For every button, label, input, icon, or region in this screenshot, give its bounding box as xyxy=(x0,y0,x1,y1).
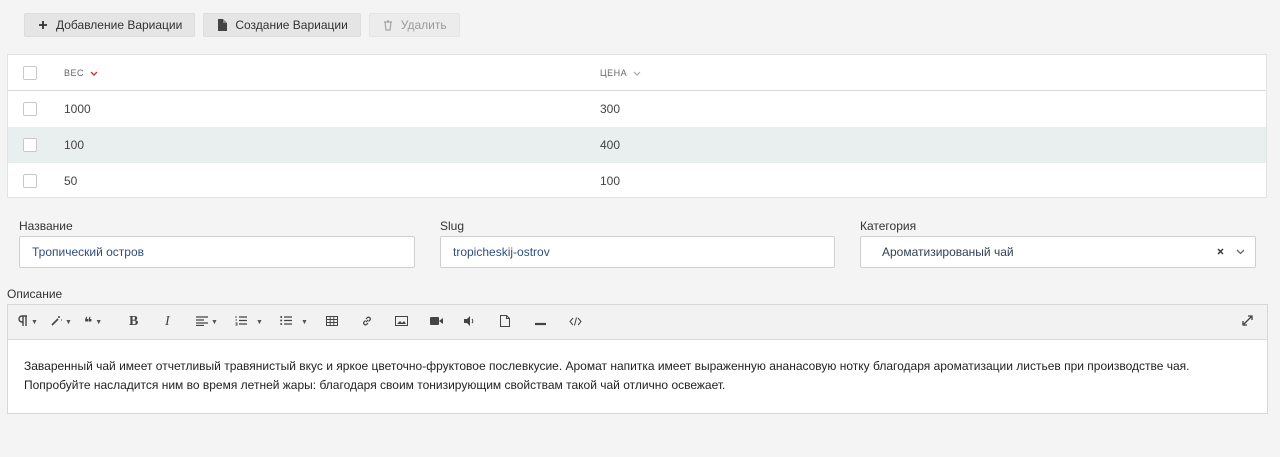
trash-icon xyxy=(382,19,394,31)
audio-button[interactable] xyxy=(464,314,476,330)
image-icon xyxy=(395,315,408,329)
table-row[interactable]: 1000 300 xyxy=(8,91,1266,127)
column-header-weight[interactable]: ВЕС xyxy=(64,68,98,78)
paragraph-button[interactable]: ▼ xyxy=(18,314,38,330)
name-input-value: Тропический остров xyxy=(32,245,145,259)
caret-down-icon: ▼ xyxy=(301,318,308,326)
fullscreen-button[interactable] xyxy=(1242,314,1253,330)
caret-down-icon: ▼ xyxy=(31,318,38,326)
cell-price: 300 xyxy=(600,102,621,116)
cell-weight: 1000 xyxy=(64,102,91,116)
file-icon xyxy=(216,19,228,31)
file-button[interactable] xyxy=(500,314,510,330)
cell-weight: 50 xyxy=(64,174,78,188)
editor-toolbar: ▼ ▼ ❝ ▼ B I ▼ ▼ ▼ xyxy=(8,305,1267,340)
horizontal-rule-icon xyxy=(535,315,546,329)
video-button[interactable] xyxy=(430,314,443,330)
sort-desc-icon xyxy=(90,68,98,78)
image-button[interactable] xyxy=(395,314,408,330)
column-header-price-label: ЦЕНА xyxy=(600,67,628,78)
magic-wand-icon xyxy=(50,315,62,330)
category-label: Категория xyxy=(860,219,917,233)
video-camera-icon xyxy=(430,315,443,329)
table-header: ВЕС ЦЕНА xyxy=(8,55,1266,91)
select-all-checkbox[interactable] xyxy=(23,66,37,80)
table-row[interactable]: 100 400 xyxy=(8,127,1266,163)
ordered-list-button[interactable]: ▼ xyxy=(235,314,263,330)
document-icon xyxy=(500,314,510,330)
code-icon xyxy=(569,315,582,329)
description-editor: ▼ ▼ ❝ ▼ B I ▼ ▼ ▼ Заваренный чай имеет о… xyxy=(7,304,1268,414)
table-icon xyxy=(326,315,338,329)
row-checkbox[interactable] xyxy=(23,102,37,116)
slug-input-value: tropicheskij-ostrov xyxy=(453,245,550,259)
caret-down-icon: ▼ xyxy=(65,318,72,326)
editor-content[interactable]: Заваренный чай имеет отчетливый травянис… xyxy=(8,340,1267,395)
style-button[interactable]: ▼ xyxy=(50,314,72,330)
description-text: Заваренный чай имеет отчетливый травянис… xyxy=(24,359,1190,392)
quote-icon: ❝ xyxy=(84,313,93,330)
plus-icon xyxy=(37,19,49,31)
unordered-list-button[interactable]: ▼ xyxy=(280,314,308,330)
volume-icon xyxy=(464,315,476,329)
table-row[interactable]: 50 100 xyxy=(8,163,1266,199)
row-checkbox[interactable] xyxy=(23,138,37,152)
clear-icon[interactable] xyxy=(1217,246,1224,258)
name-label: Название xyxy=(19,219,73,233)
italic-button[interactable]: I xyxy=(165,314,170,330)
column-header-weight-label: ВЕС xyxy=(64,67,85,78)
delete-button[interactable]: Удалить xyxy=(368,13,460,37)
name-input[interactable]: Тропический остров xyxy=(19,236,415,268)
caret-down-icon: ▼ xyxy=(95,318,103,326)
slug-input[interactable]: tropicheskij-ostrov xyxy=(440,236,835,268)
code-view-button[interactable] xyxy=(569,314,582,330)
italic-icon: I xyxy=(165,314,170,329)
link-button[interactable] xyxy=(361,314,373,330)
expand-icon xyxy=(1242,315,1253,329)
variation-toolbar: Добавление Вариации Создание Вариации Уд… xyxy=(24,13,460,37)
sort-icon xyxy=(633,68,641,78)
create-variation-button[interactable]: Создание Вариации xyxy=(203,13,361,37)
column-header-price[interactable]: ЦЕНА xyxy=(600,68,641,78)
bold-button[interactable]: B xyxy=(129,314,138,330)
create-variation-label: Создание Вариации xyxy=(235,18,348,32)
cell-price: 100 xyxy=(600,174,621,188)
horizontal-rule-button[interactable] xyxy=(535,314,546,330)
caret-down-icon: ▼ xyxy=(211,318,218,326)
delete-label: Удалить xyxy=(400,18,447,32)
category-select-value: Ароматизированый чай xyxy=(882,245,1014,259)
add-variation-button[interactable]: Добавление Вариации xyxy=(24,13,196,37)
cell-price: 400 xyxy=(600,138,621,152)
paragraph-icon xyxy=(18,314,28,330)
align-button[interactable]: ▼ xyxy=(196,314,218,330)
cell-weight: 100 xyxy=(64,138,85,152)
slug-label: Slug xyxy=(440,219,465,233)
unordered-list-icon xyxy=(280,315,292,329)
variations-table: ВЕС ЦЕНА 1000 300 100 400 50 100 xyxy=(7,54,1267,198)
row-checkbox[interactable] xyxy=(23,174,37,188)
chevron-down-icon[interactable] xyxy=(1236,246,1245,258)
category-select[interactable]: Ароматизированый чай xyxy=(860,236,1256,268)
add-variation-label: Добавление Вариации xyxy=(56,18,183,32)
ordered-list-icon xyxy=(235,315,247,329)
description-label: Описание xyxy=(7,287,63,301)
blockquote-button[interactable]: ❝ ▼ xyxy=(84,314,102,330)
table-button[interactable] xyxy=(326,314,338,330)
align-left-icon xyxy=(196,315,208,329)
link-icon xyxy=(361,315,373,330)
caret-down-icon: ▼ xyxy=(256,318,263,326)
bold-icon: B xyxy=(129,314,139,329)
